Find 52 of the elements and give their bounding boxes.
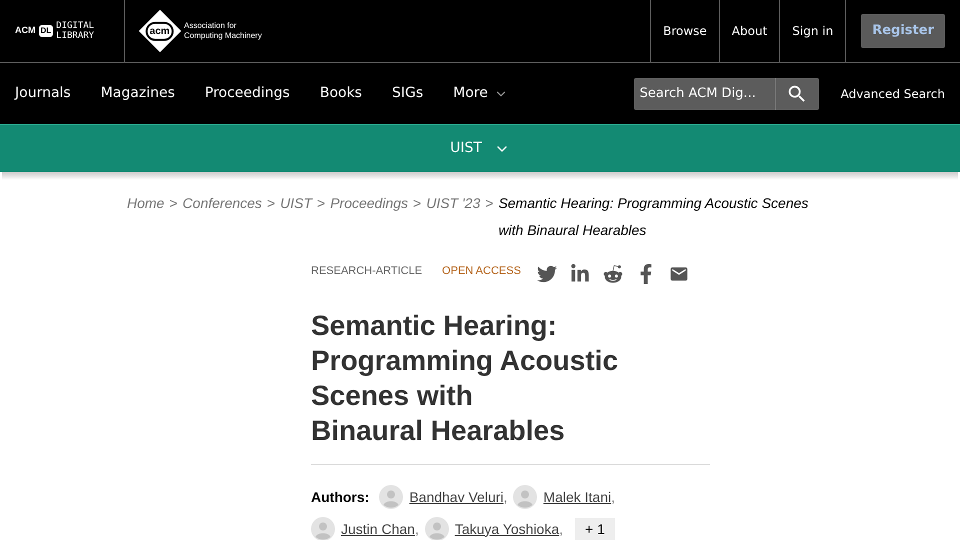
- logo-text[interactable]: DIGITAL: [56, 21, 94, 31]
- breadcrumb-link[interactable]: Home: [127, 190, 164, 217]
- author-link[interactable]: Bandhav Veluri: [409, 486, 504, 508]
- reddit-icon[interactable]: [602, 264, 623, 284]
- breadcrumb-separator: >: [413, 194, 422, 213]
- article-type: RESEARCH-ARTICLE: [311, 264, 422, 279]
- advanced-search-link[interactable]: Advanced Search: [840, 84, 945, 102]
- linkedin-icon[interactable]: [570, 264, 590, 284]
- comma: ,: [559, 520, 564, 538]
- breadcrumb-separator: >: [485, 194, 494, 213]
- logo-text: Association for: [184, 21, 238, 31]
- register-button[interactable]: Register: [861, 14, 945, 48]
- logo-badge[interactable]: DL: [38, 25, 54, 37]
- breadcrumb-link[interactable]: Conferences: [182, 190, 262, 217]
- nav-link[interactable]: Magazines: [100, 83, 175, 104]
- comma: ,: [611, 488, 615, 506]
- logo-text[interactable]: ACM: [15, 24, 36, 38]
- conference-bar[interactable]: UIST: [0, 124, 960, 172]
- avatar-icon: [513, 485, 538, 509]
- conference-label: UIST: [450, 139, 482, 158]
- avatar-icon: [379, 485, 404, 509]
- author-link[interactable]: Malek Itani: [543, 486, 612, 508]
- breadcrumb-link[interactable]: UIST '23: [426, 190, 480, 217]
- access-label: OPEN ACCESS: [442, 264, 521, 279]
- comma: ,: [504, 488, 508, 506]
- bird-icon[interactable]: [536, 264, 557, 284]
- breadcrumb-separator: >: [266, 194, 276, 213]
- authors-label: Authors:: [311, 488, 370, 506]
- nav-link[interactable]: Books: [320, 83, 362, 104]
- logo-text[interactable]: LIBRARY: [56, 31, 94, 41]
- more-authors-button[interactable]: + 1: [575, 518, 615, 540]
- breadcrumb-link[interactable]: UIST: [280, 190, 312, 217]
- top-link[interactable]: Browse: [650, 0, 719, 62]
- avatar-icon: [311, 517, 335, 540]
- comma: ,: [414, 520, 419, 538]
- avatar-icon: [424, 517, 449, 540]
- author-link[interactable]: Takuya Yoshioka: [454, 518, 560, 540]
- nav-link[interactable]: More: [453, 83, 508, 104]
- breadcrumb-separator: >: [169, 194, 178, 213]
- article-title: Semantic Hearing: Programming Acoustic Scenes with Binaural Hearables: [311, 308, 710, 465]
- breadcrumb-link[interactable]: Proceedings: [330, 190, 408, 217]
- top-link[interactable]: Sign in: [779, 0, 846, 62]
- breadcrumb-separator: >: [317, 194, 326, 213]
- breadcrumb-current: Semantic Hearing: Programming Acoustic Scenes with Binaural Hearables: [498, 194, 810, 240]
- search-field[interactable]: Search ACM Dig...: [634, 78, 775, 110]
- search-button[interactable]: [774, 78, 819, 110]
- logo-text: Computing Machinery: [184, 31, 262, 41]
- nav-link[interactable]: SIGs: [392, 83, 424, 104]
- nav-link[interactable]: Proceedings: [204, 83, 290, 104]
- nav-link[interactable]: Journals: [15, 83, 71, 104]
- top-link[interactable]: About: [718, 0, 780, 62]
- author-link[interactable]: Justin Chan: [341, 518, 415, 540]
